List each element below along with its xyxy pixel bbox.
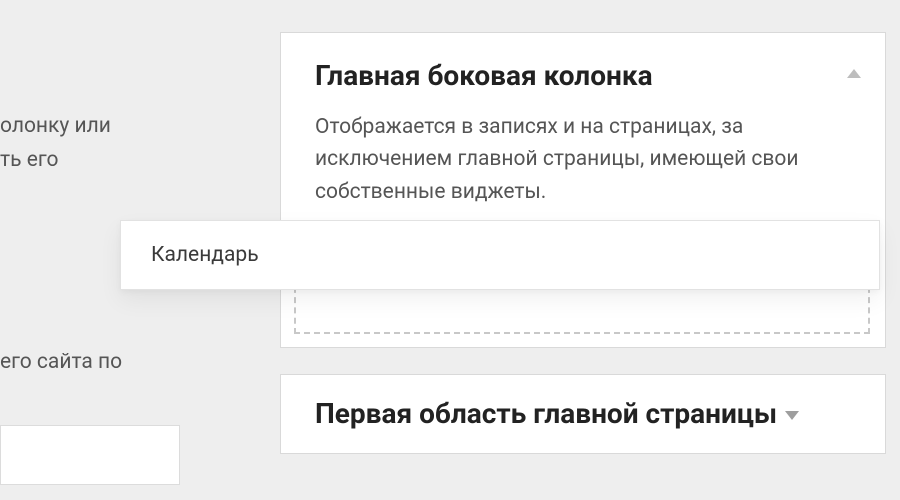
panel-title: Первая область главной страницы <box>315 397 799 431</box>
widget-label: Календарь <box>151 243 259 267</box>
instruction-line-3: его сайта по <box>0 350 122 374</box>
dragging-widget-calendar[interactable]: Календарь <box>120 220 880 290</box>
panel-description: Отображается в записях и на страницах, з… <box>281 97 885 209</box>
instruction-line-1: олонку или <box>0 114 111 138</box>
chevron-down-icon[interactable] <box>785 411 799 420</box>
instructions-text-fragment-2: его сайта по <box>0 346 200 380</box>
instruction-line-2: ть его <box>0 148 58 172</box>
available-widget-item[interactable] <box>0 425 180 485</box>
panel-header[interactable]: Главная боковая колонка <box>281 33 885 97</box>
widget-area-front-page-first[interactable]: Первая область главной страницы <box>280 374 886 454</box>
instructions-text-fragment: олонку или ть его <box>0 110 200 177</box>
panel-title: Главная боковая колонка <box>315 59 845 93</box>
chevron-up-icon[interactable] <box>847 69 861 78</box>
